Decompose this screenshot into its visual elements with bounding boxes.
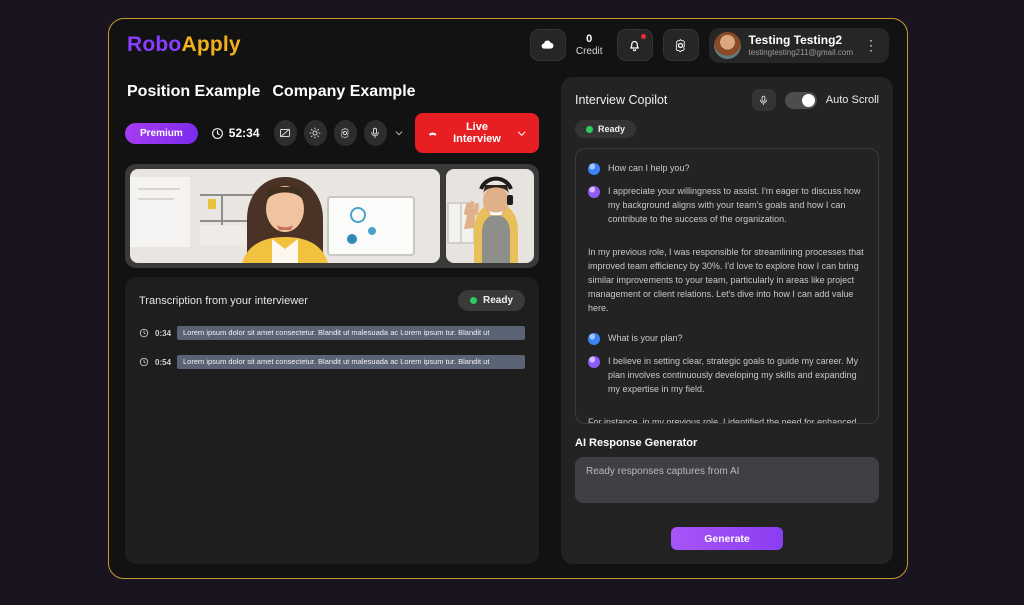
camera-off-button[interactable] [273,120,297,146]
premium-badge[interactable]: Premium [125,122,198,144]
ai-response-input[interactable] [575,457,879,503]
interviewer-video [130,169,440,263]
transcription-label: Transcription from your interviewer [139,294,308,307]
answer-bot-icon [588,356,600,369]
notification-badge [640,34,646,39]
copilot-status-badge: Ready [575,120,637,138]
chat-message-question: What is your plan? [588,332,866,346]
gear-icon [341,127,349,139]
transcription-status-label: Ready [482,295,513,306]
chat-message-answer: I appreciate your willingness to assist.… [588,185,866,227]
message-text: What is your plan? [608,333,683,344]
clock-icon [139,328,149,338]
toggle-knob [801,93,815,107]
transcript-timestamp: 0:34 [155,328,172,338]
microphone-button[interactable] [363,120,387,146]
mic-icon [760,95,768,105]
cloud-sync-button[interactable] [529,29,566,61]
generate-button[interactable]: Generate [671,527,783,550]
copilot-status-label: Ready [598,124,626,134]
copilot-title: Interview Copilot [575,93,668,107]
top-bar: RoboApply 0 Credit Testing Testing2 test… [109,19,907,71]
status-dot [469,297,477,304]
transcription-panel: Transcription from your interviewer Read… [125,277,539,564]
transcript-row[interactable]: 0:34 Lorem ipsum dolor sit amet consecte… [139,326,525,340]
chevron-down-icon [395,131,403,136]
live-interview-button[interactable]: Live Interview [414,113,540,153]
clock-icon [211,127,223,139]
bell-icon [630,40,639,51]
user-name: Testing Testing2 [748,33,843,48]
status-dot [586,125,593,133]
chat-message-question: How can I help you? [588,162,866,176]
cloud-icon [541,40,554,49]
copilot-mic-button[interactable] [751,89,776,111]
session-settings-button[interactable] [333,120,357,146]
message-text: For instance, in my previous role, I ide… [588,417,857,424]
chevron-down-icon [517,131,526,136]
chat-message-answer: I believe in setting clear, strategic go… [588,355,866,397]
message-text: I appreciate your willingness to assist.… [608,185,861,224]
chat-message-paragraph: For instance, in my previous role, I ide… [588,416,866,424]
interview-copilot-panel: Interview Copilot Auto Scroll Ready How … [561,77,893,564]
auto-scroll-label: Auto Scroll [825,94,879,106]
kebab-menu-icon[interactable]: ⋮ [861,37,881,54]
transcription-status-badge: Ready [457,290,525,311]
session-controls: Premium 52:34 Live Interview [125,113,540,153]
interviewer-video-frame [130,169,440,263]
logo-robo: Robo [127,33,182,56]
brightness-button[interactable] [303,120,327,146]
settings-button[interactable] [662,29,699,61]
device-dropdown-chevron[interactable] [394,128,404,138]
image-off-icon [280,128,291,138]
credit-label: Credit [575,45,603,57]
session-timer: 52:34 [211,126,260,140]
sun-icon [309,127,321,139]
question-bot-icon [588,333,600,346]
notifications-button[interactable] [616,29,653,61]
interview-panel: Position Example Company Example Premium… [125,77,540,564]
candidate-video [446,169,534,263]
transcript-text: Lorem ipsum dolor sit amet consectetur. … [177,326,525,340]
gear-icon [675,38,685,52]
app-window: RoboApply 0 Credit Testing Testing2 test… [108,18,908,579]
logo-apply: Apply [181,33,241,56]
transcript-row[interactable]: 0:54 Lorem ipsum dolor sit amet consecte… [139,355,525,369]
mic-icon [371,127,380,138]
user-profile-chip[interactable]: Testing Testing2 testingtesting211@gmail… [708,27,889,63]
app-logo: RoboApply [127,33,241,57]
phone-off-icon [428,132,437,136]
credit-counter: 0 Credit [576,33,603,57]
credit-value: 0 [586,32,593,45]
clock-icon [139,357,149,367]
ai-response-generator-title: AI Response Generator [575,437,698,449]
message-text: In my previous role, I was responsible f… [588,246,864,313]
chat-message-paragraph: In my previous role, I was responsible f… [588,246,866,316]
auto-scroll-toggle[interactable] [784,91,817,109]
company-title: Company Example [272,83,416,100]
video-call-area [125,164,539,268]
message-text: How can I help you? [608,163,690,173]
page-title: Position Example Company Example [127,83,539,101]
candidate-video-frame [446,169,534,263]
copilot-chat-log[interactable]: How can I help you? I appreciate your wi… [575,148,879,424]
transcript-text: Lorem ipsum dolor sit amet consectetur. … [177,355,525,369]
question-bot-icon [588,163,600,175]
answer-bot-icon [588,185,600,198]
user-email: testingtesting211@gmail.com [748,47,853,57]
avatar [713,31,741,59]
timer-value: 52:34 [228,126,260,140]
live-interview-label: Live Interview [453,121,501,145]
transcript-timestamp: 0:54 [155,357,172,367]
position-title: Position Example [127,83,261,100]
message-text: I believe in setting clear, strategic go… [608,356,859,395]
